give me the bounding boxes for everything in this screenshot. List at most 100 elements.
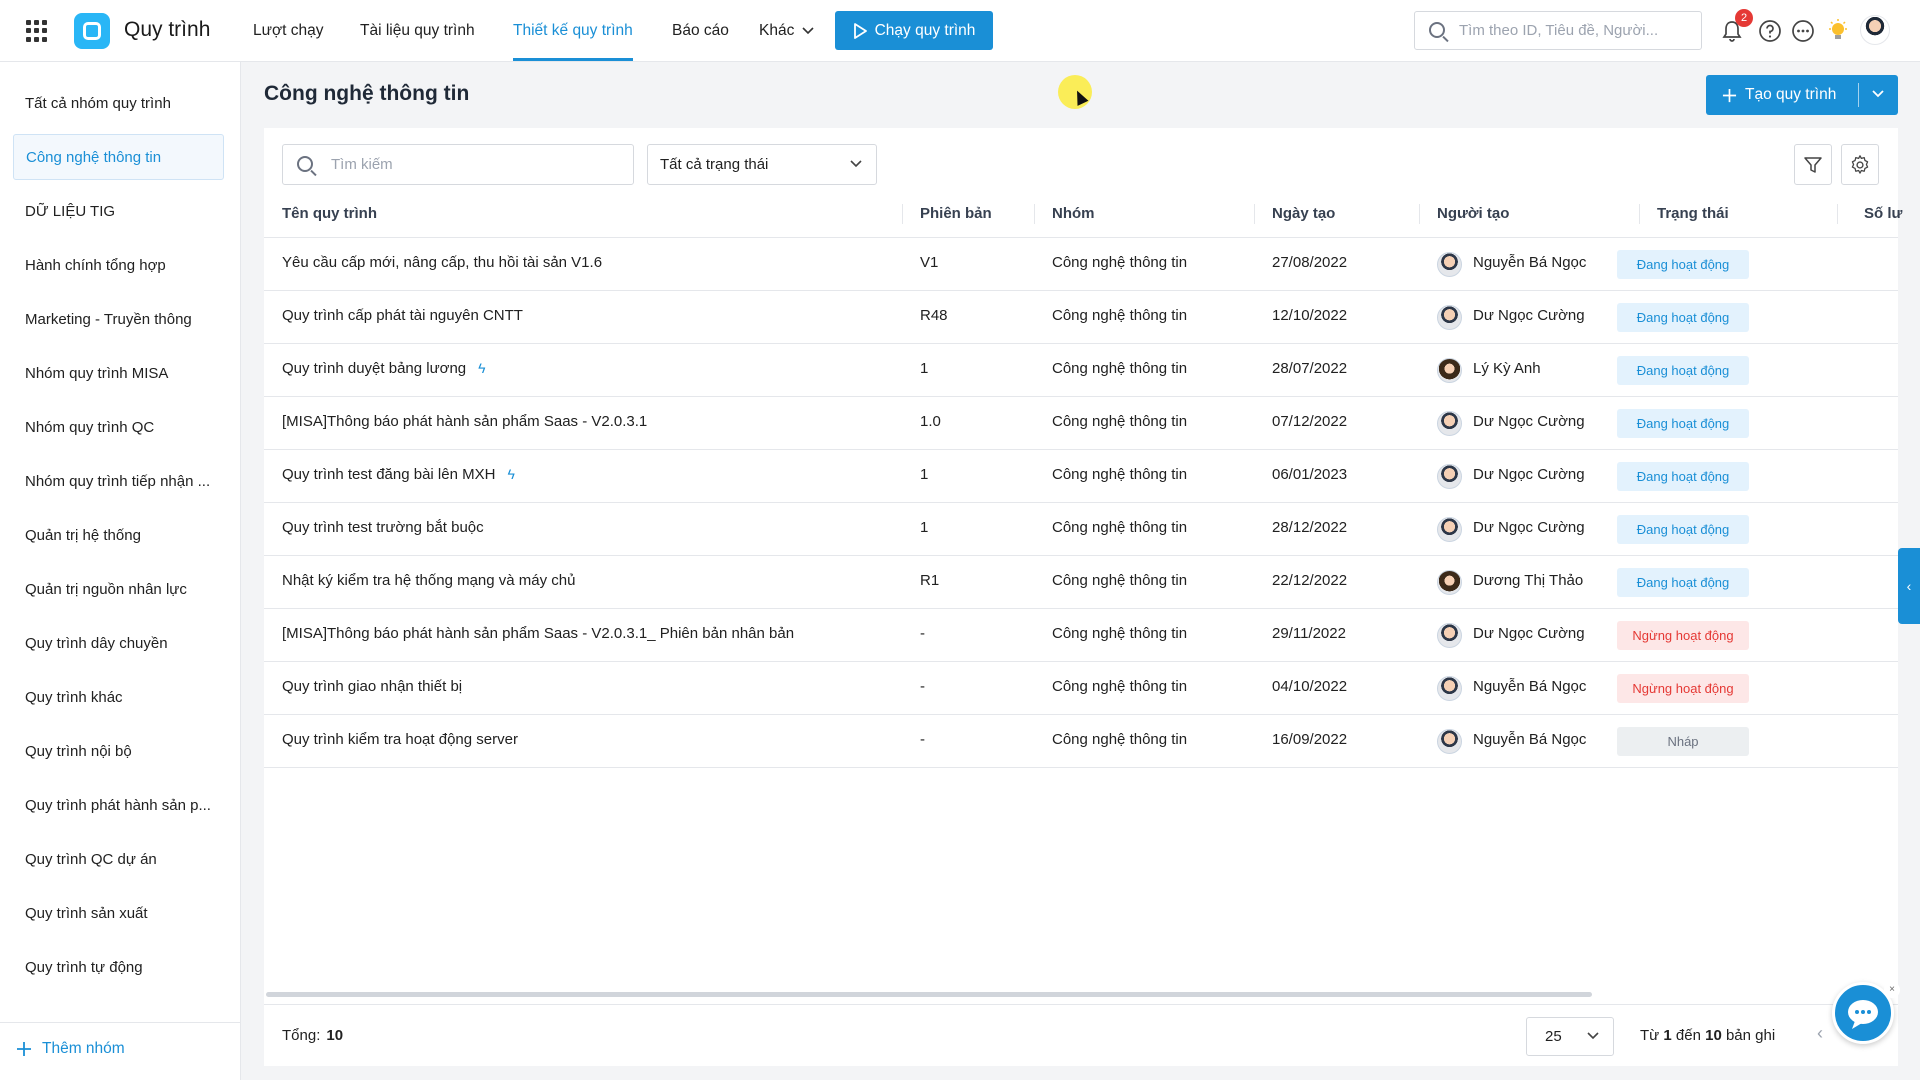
sidebar-item-it[interactable]: Công nghệ thông tin <box>13 134 224 180</box>
table-footer: Tổng: 10 25 Từ 1 đến 10 bản ghi ‹ <box>264 1004 1898 1066</box>
chevron-down-icon <box>850 160 862 168</box>
column-divider[interactable] <box>1639 204 1640 224</box>
sidebar-item-all-groups[interactable]: Tất cả nhóm quy trình <box>13 80 224 126</box>
table-row[interactable]: Yêu cầu cấp mới, nâng cấp, thu hồi tài s… <box>264 238 1898 291</box>
user-avatar[interactable] <box>1860 15 1890 45</box>
process-name-cell[interactable]: Quy trình test đăng bài lên MXH ϟ <box>282 466 515 483</box>
filter-icon <box>1804 156 1822 173</box>
sidebar-item-system-admin[interactable]: Quản trị hệ thống <box>13 512 224 558</box>
table-search-input[interactable]: Tìm kiếm <box>282 144 634 185</box>
column-divider[interactable] <box>1419 204 1420 224</box>
run-process-button[interactable]: Chạy quy trình <box>835 11 993 50</box>
version-cell: 1.0 <box>920 413 941 430</box>
status-badge: Đang hoạt động <box>1617 356 1749 385</box>
status-filter-select[interactable]: Tất cả trạng thái <box>647 144 877 185</box>
table-row[interactable]: Quy trình giao nhận thiết bị - Công nghệ… <box>264 662 1898 715</box>
sidebar-item-chain[interactable]: Quy trình dây chuyền <box>13 620 224 666</box>
column-header-group[interactable]: Nhóm <box>1052 205 1095 222</box>
horizontal-scrollbar[interactable] <box>266 992 1592 997</box>
table-row[interactable]: Quy trình duyệt bảng lương ϟ 1 Công nghệ … <box>264 344 1898 397</box>
table-row[interactable]: Quy trình kiểm tra hoạt động server - Cô… <box>264 715 1898 768</box>
table-row[interactable]: Quy trình test đăng bài lên MXH ϟ 1 Công … <box>264 450 1898 503</box>
sidebar-item-qc[interactable]: Nhóm quy trình QC <box>13 404 224 450</box>
table-row[interactable]: [MISA]Thông báo phát hành sản phẩm Saas … <box>264 397 1898 450</box>
sidebar-item-release[interactable]: Quy trình phát hành sản p... <box>13 782 224 828</box>
button-separator <box>1858 83 1859 107</box>
process-name-cell[interactable]: Quy trình test trường bắt buộc <box>282 519 484 536</box>
process-name-cell[interactable]: Quy trình cấp phát tài nguyên CNTT <box>282 307 523 324</box>
sidebar-item-internal[interactable]: Quy trình nội bộ <box>13 728 224 774</box>
previous-page-icon[interactable]: ‹ <box>1817 1023 1823 1044</box>
process-name: [MISA]Thông báo phát hành sản phẩm Saas … <box>282 413 648 430</box>
process-name: Quy trình cấp phát tài nguyên CNTT <box>282 307 523 324</box>
sidebar-item-production[interactable]: Quy trình sản xuất <box>13 890 224 936</box>
sidebar-item-tig-data[interactable]: DỮ LIỆU TIG <box>13 188 224 234</box>
status-badge: Đang hoạt động <box>1617 250 1749 279</box>
avatar <box>1437 252 1462 277</box>
column-header-creator[interactable]: Người tạo <box>1437 205 1509 222</box>
created-date-cell: 12/10/2022 <box>1272 307 1348 324</box>
process-name: Yêu cầu cấp mới, nâng cấp, thu hồi tài s… <box>282 254 603 271</box>
process-name-cell[interactable]: [MISA]Thông báo phát hành sản phẩm Saas … <box>282 413 647 430</box>
table-row[interactable]: Nhật ký kiểm tra hệ thống mạng và máy ch… <box>264 556 1898 609</box>
column-divider[interactable] <box>1837 204 1838 224</box>
process-name-cell[interactable]: Yêu cầu cấp mới, nâng cấp, thu hồi tài s… <box>282 254 602 271</box>
process-name-cell[interactable]: Quy trình duyệt bảng lương ϟ <box>282 360 486 377</box>
nav-documents[interactable]: Tài liệu quy trình <box>360 22 475 40</box>
nav-reports[interactable]: Báo cáo <box>672 22 729 40</box>
play-icon <box>853 22 867 39</box>
chevron-left-icon: ‹ <box>1906 578 1912 594</box>
page-size-select[interactable]: 25 <box>1526 1017 1614 1056</box>
filter-button[interactable] <box>1794 144 1832 185</box>
process-name-cell[interactable]: Nhật ký kiểm tra hệ thống mạng và máy ch… <box>282 572 575 589</box>
process-name: [MISA]Thông báo phát hành sản phẩm Saas … <box>282 625 795 642</box>
lightbulb-icon[interactable] <box>1826 19 1850 43</box>
app-grid-icon[interactable] <box>26 20 48 42</box>
process-name-cell[interactable]: [MISA]Thông báo phát hành sản phẩm Saas … <box>282 625 794 642</box>
process-name-cell[interactable]: Quy trình kiểm tra hoạt động server <box>282 731 518 748</box>
group-cell: Công nghệ thông tin <box>1052 254 1188 271</box>
status-badge: Đang hoạt động <box>1617 409 1749 438</box>
nav-more[interactable]: Khác <box>759 22 814 40</box>
process-name-cell[interactable]: Quy trình giao nhận thiết bị <box>282 678 462 695</box>
creator-name: Nguyễn Bá Ngọc <box>1473 731 1587 748</box>
column-divider[interactable] <box>1254 204 1255 224</box>
column-header-count[interactable]: Số lư <box>1864 205 1902 222</box>
global-search-input[interactable]: Tìm theo ID, Tiêu đề, Người... <box>1414 11 1702 50</box>
process-name: Quy trình duyệt bảng lương <box>282 360 467 377</box>
close-icon[interactable]: × <box>1884 982 1900 998</box>
creator-name: Dư Ngọc Cường <box>1473 413 1585 430</box>
column-divider[interactable] <box>902 204 903 224</box>
settings-button[interactable] <box>1841 144 1879 185</box>
table-row[interactable]: Quy trình test trường bắt buộc 1 Công ng… <box>264 503 1898 556</box>
help-icon[interactable] <box>1758 19 1782 43</box>
column-header-status[interactable]: Trạng thái <box>1657 205 1729 222</box>
sidebar-item-misa[interactable]: Nhóm quy trình MISA <box>13 350 224 396</box>
table-row[interactable]: Quy trình cấp phát tài nguyên CNTT R48 C… <box>264 291 1898 344</box>
sidebar-item-automation[interactable]: Quy trình tự động <box>13 944 224 990</box>
chevron-down-icon[interactable] <box>1872 87 1884 101</box>
column-divider[interactable] <box>1034 204 1035 224</box>
add-group-button[interactable]: Thêm nhóm <box>16 1040 125 1058</box>
sidebar-item-other[interactable]: Quy trình khác <box>13 674 224 720</box>
group-sidebar: Tất cả nhóm quy trình Công nghệ thông ti… <box>0 62 241 1080</box>
sidebar-item-intake[interactable]: Nhóm quy trình tiếp nhận ... <box>13 458 224 504</box>
more-options-icon[interactable] <box>1791 19 1815 43</box>
create-process-button[interactable]: Tạo quy trình <box>1706 75 1898 115</box>
column-header-created-date[interactable]: Ngày tạo <box>1272 205 1335 222</box>
sidebar-item-qc-project[interactable]: Quy trình QC dự án <box>13 836 224 882</box>
creator-name: Dư Ngọc Cường <box>1473 466 1585 483</box>
column-header-version[interactable]: Phiên bản <box>920 205 992 222</box>
collapse-panel-handle[interactable]: ‹ <box>1898 548 1920 624</box>
table-row[interactable]: [MISA]Thông báo phát hành sản phẩm Saas … <box>264 609 1898 662</box>
created-date-cell: 29/11/2022 <box>1272 625 1346 642</box>
process-table-panel: Tìm kiếm Tất cả trạng thái Tên quy trình… <box>264 128 1902 1066</box>
sidebar-item-hr[interactable]: Quản trị nguồn nhân lực <box>13 566 224 612</box>
total-value: 10 <box>326 1027 344 1044</box>
range-to: 10 <box>1705 1027 1722 1044</box>
column-header-name[interactable]: Tên quy trình <box>282 205 377 222</box>
nav-runs[interactable]: Lượt chạy <box>253 22 324 40</box>
sidebar-item-admin[interactable]: Hành chính tổng hợp <box>13 242 224 288</box>
sidebar-item-marketing[interactable]: Marketing - Truyền thông <box>13 296 224 342</box>
nav-design[interactable]: Thiết kế quy trình <box>513 22 633 40</box>
